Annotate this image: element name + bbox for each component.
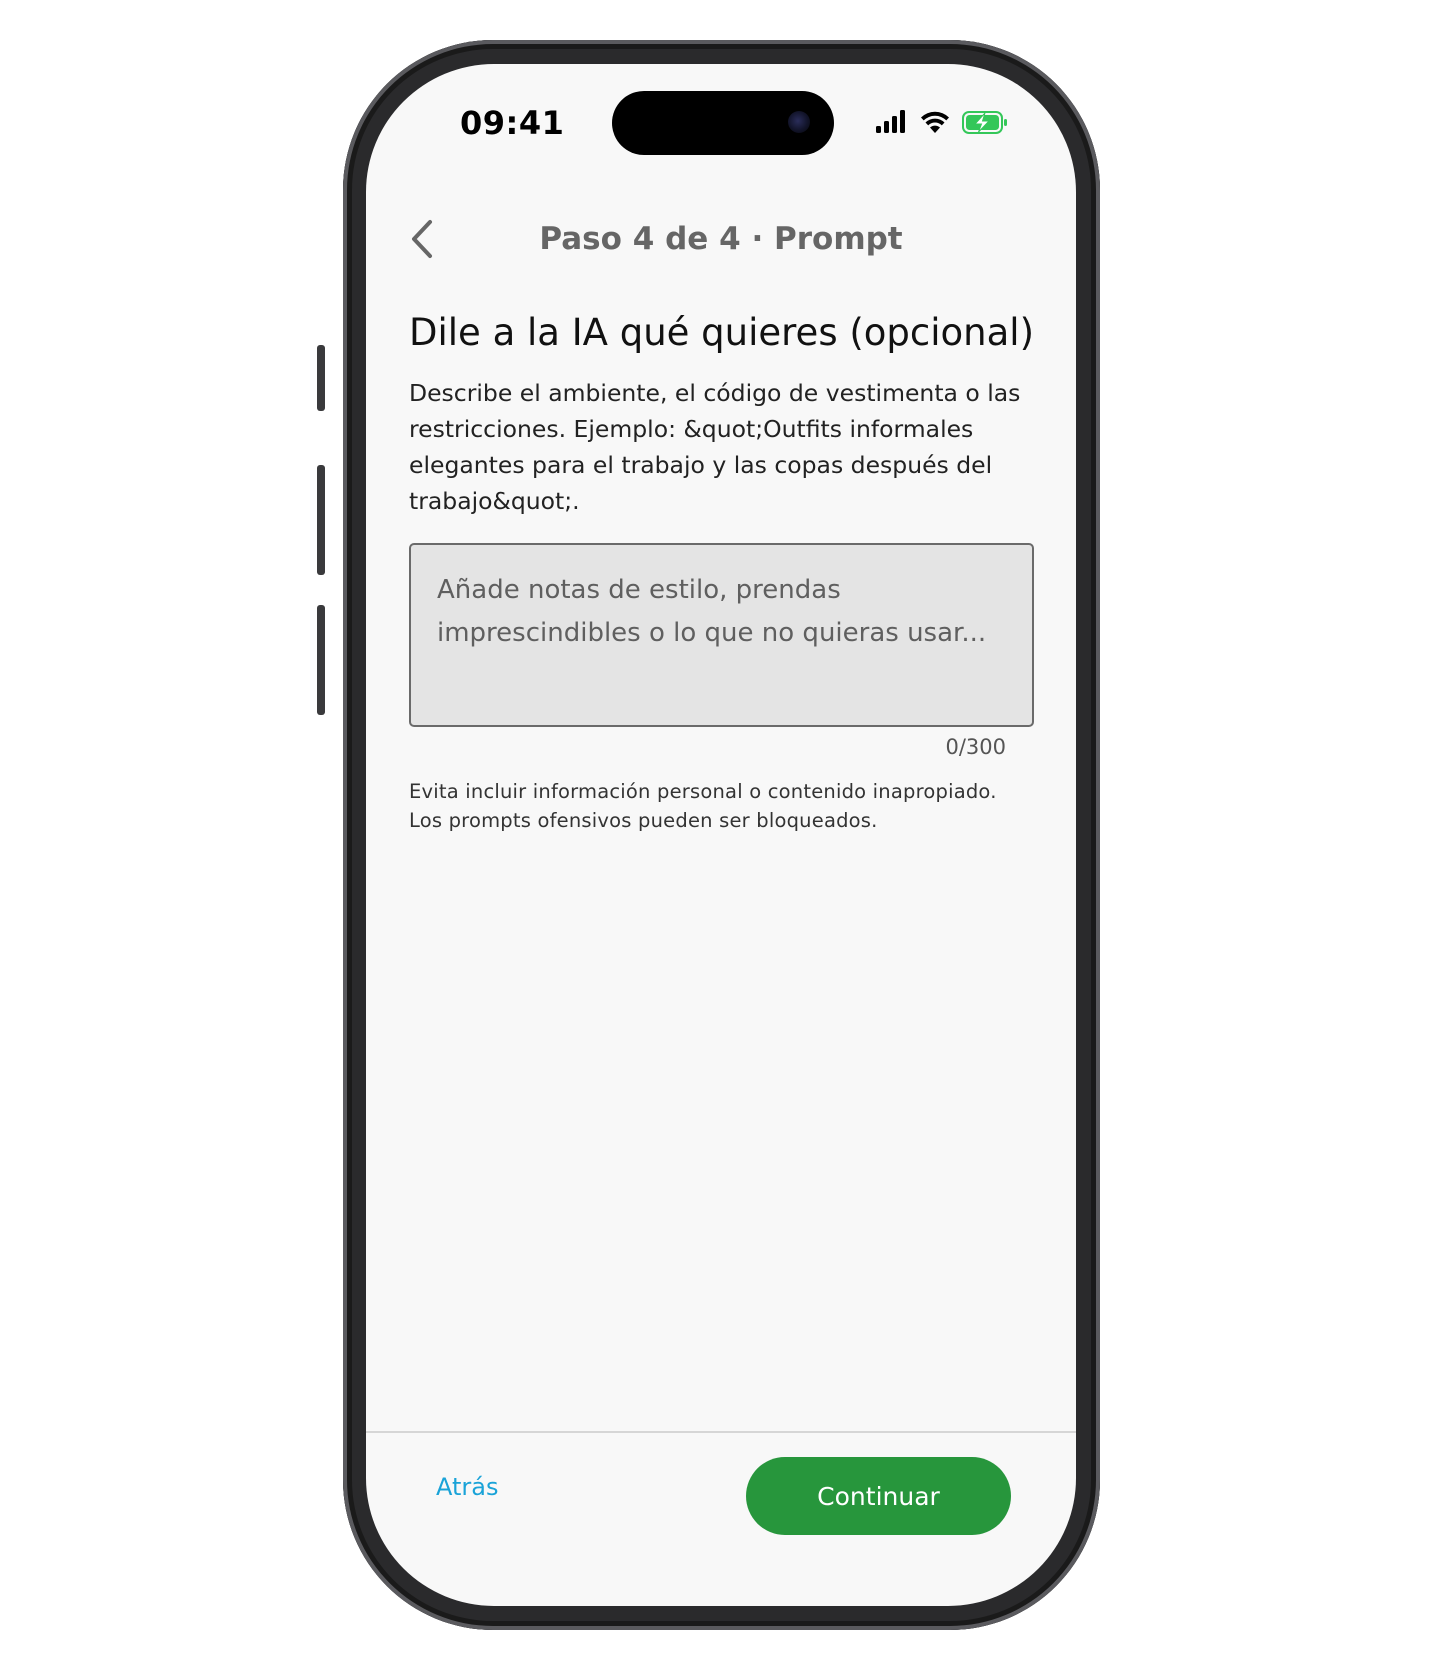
cellular-signal-icon — [876, 110, 905, 133]
volume-down-button — [317, 605, 325, 715]
front-camera-icon — [788, 111, 810, 133]
volume-up-button — [317, 465, 325, 575]
headline: Dile a la IA qué quieres (opcional) — [409, 311, 1035, 354]
action-button — [317, 345, 325, 411]
page-title: Paso 4 de 4 · Prompt — [539, 221, 903, 257]
navigation-bar: Paso 4 de 4 · Prompt — [366, 189, 1076, 289]
footer-divider — [366, 1431, 1076, 1433]
dynamic-island — [612, 91, 834, 155]
app-screen: 09:41 Paso 4 de 4 · Prompt Dile a la IA … — [366, 64, 1076, 1606]
battery-charging-icon — [962, 111, 1007, 134]
description-text: Describe el ambiente, el código de vesti… — [409, 379, 1021, 515]
continue-button[interactable]: Continuar — [746, 1457, 1011, 1535]
prompt-input-container — [409, 543, 1034, 727]
prompt-input[interactable] — [411, 545, 1032, 725]
disclaimer-text: Evita incluir información personal o con… — [409, 780, 997, 832]
back-button[interactable]: Atrás — [436, 1473, 498, 1501]
status-icons — [876, 110, 1007, 134]
character-counter: 0/300 — [945, 735, 1006, 759]
chevron-left-icon[interactable] — [404, 214, 444, 264]
wifi-icon — [921, 111, 949, 133]
main-content: Dile a la IA qué quieres (opcional) Desc… — [409, 309, 1034, 835]
status-bar: 09:41 — [366, 64, 1076, 184]
status-time: 09:41 — [460, 104, 565, 142]
